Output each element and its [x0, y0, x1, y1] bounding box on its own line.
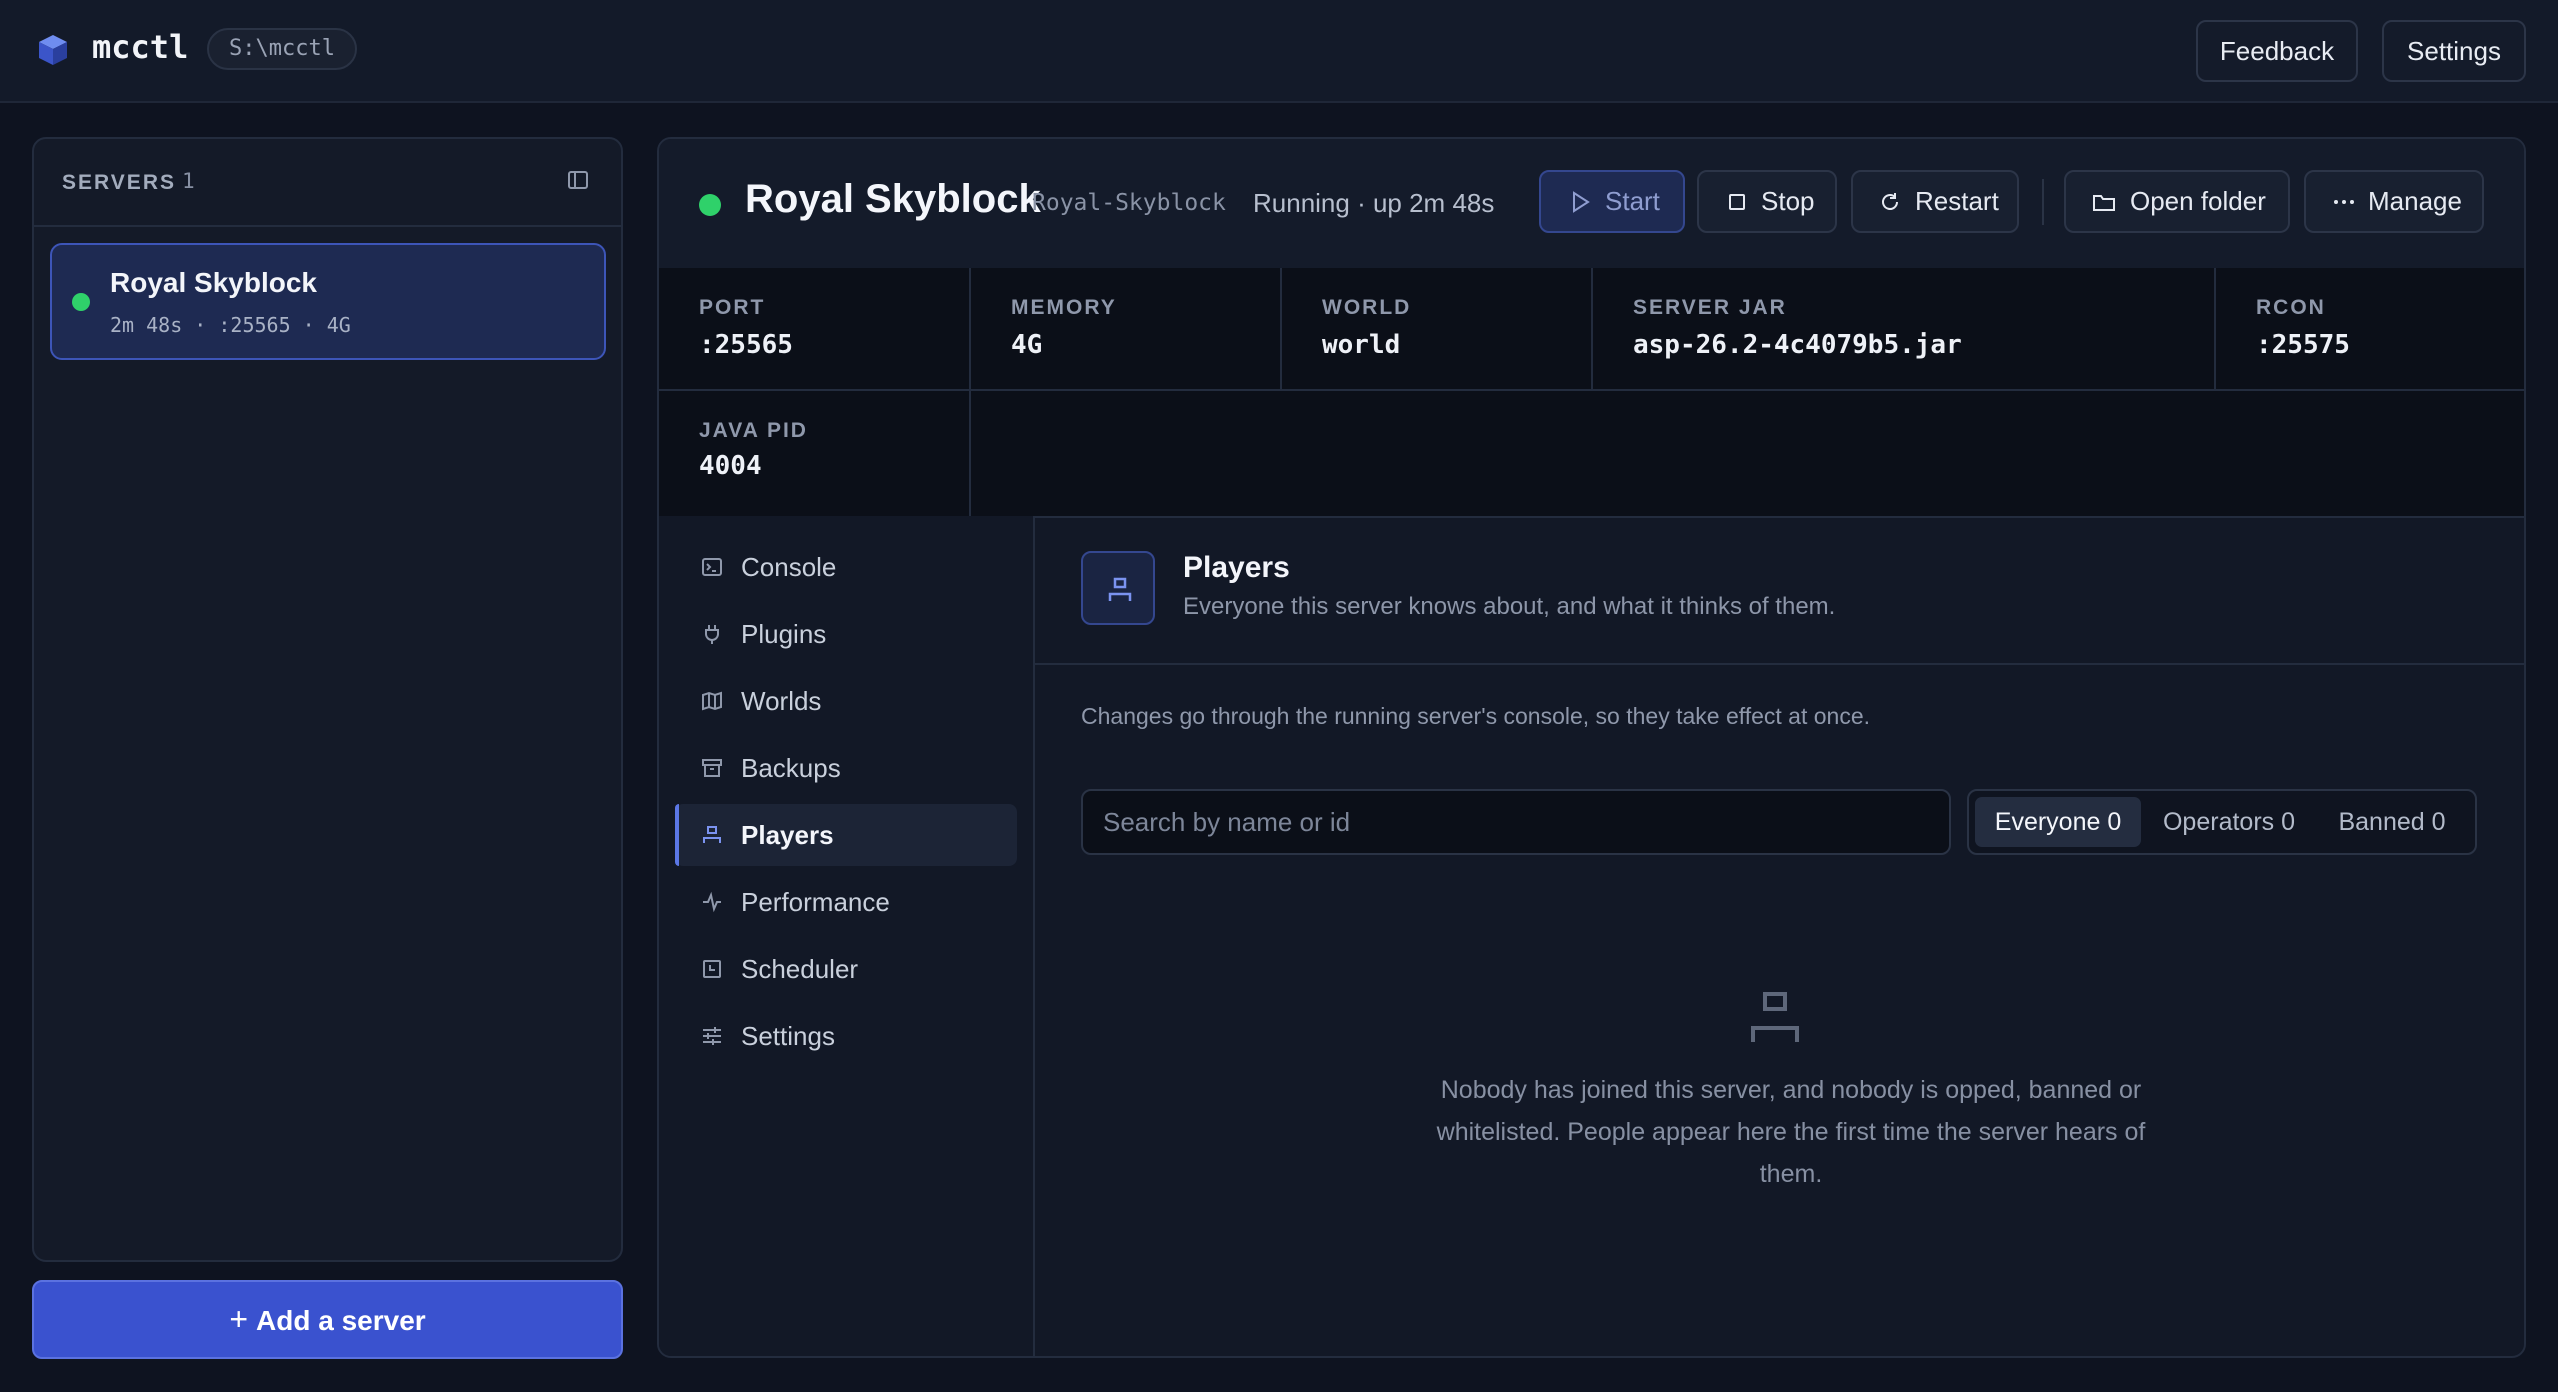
- server-tab-nav: Console Plugins Worlds Backups Players P…: [659, 516, 1035, 1356]
- filter-banned[interactable]: Banned 0: [2317, 797, 2467, 847]
- activity-icon: [703, 891, 721, 913]
- tab-performance[interactable]: Performance: [675, 871, 1017, 933]
- map-icon: [702, 691, 722, 711]
- path-badge: S:\mcctl: [207, 28, 357, 70]
- players-note: Changes go through the running server's …: [1081, 703, 1871, 729]
- start-label: Start: [1605, 186, 1660, 216]
- restart-button[interactable]: Restart: [1851, 170, 2019, 233]
- terminal-icon: [702, 558, 722, 576]
- plug-icon: [705, 625, 719, 644]
- stat-value: :25575: [2256, 330, 2350, 360]
- tab-label: Settings: [741, 1021, 835, 1051]
- top-bar: mcctl S:\mcctl Feedback Settings: [0, 0, 2558, 103]
- open-folder-label: Open folder: [2130, 186, 2266, 216]
- tab-label: Backups: [741, 753, 841, 783]
- stop-label: Stop: [1761, 186, 1815, 216]
- tab-label: Plugins: [741, 619, 827, 649]
- stop-button[interactable]: Stop: [1697, 170, 1837, 233]
- players-header: Players Everyone this server knows about…: [1033, 516, 2524, 665]
- server-title: Royal Skyblock: [745, 177, 1041, 221]
- filter-operators[interactable]: Operators 0: [2149, 797, 2309, 847]
- tab-label: Console: [741, 552, 837, 582]
- play-icon: [1573, 191, 1590, 213]
- tab-label: Scheduler: [741, 954, 859, 984]
- archive-icon: [702, 759, 722, 777]
- stat-value: :25565: [699, 330, 793, 360]
- toolbar-divider: [2042, 179, 2044, 225]
- stat-value: 4004: [699, 451, 762, 481]
- calendar-icon: [703, 960, 721, 978]
- server-item-name: Royal Skyblock: [110, 267, 317, 298]
- tab-label: Players: [741, 820, 834, 850]
- tab-settings[interactable]: Settings: [675, 1005, 1017, 1067]
- tab-plugins[interactable]: Plugins: [675, 603, 1017, 665]
- server-detail-panel: Royal Skyblock Royal-Skyblock Running · …: [657, 137, 2526, 1358]
- plus-icon: +: [229, 1301, 249, 1337]
- stat-value: world: [1322, 330, 1401, 360]
- stat-rcon: RCON :25575: [2216, 268, 2524, 391]
- restart-label: Restart: [1915, 186, 1999, 216]
- tab-label: Worlds: [741, 686, 822, 716]
- stat-label: SERVER JAR: [1633, 296, 1787, 319]
- more-horizontal-icon: [2334, 200, 2354, 204]
- stat-label: MEMORY: [1011, 296, 1117, 319]
- players-tile: [1081, 551, 1155, 625]
- stat-label: RCON: [2256, 296, 2326, 319]
- settings-button[interactable]: Settings: [2382, 20, 2526, 82]
- app-title: mcctl: [92, 28, 189, 66]
- cube-logo-icon: [39, 35, 67, 65]
- add-server-label: Add a server: [256, 1305, 426, 1336]
- filter-everyone[interactable]: Everyone 0: [1975, 797, 2141, 847]
- sidebar-title: SERVERS: [62, 171, 176, 194]
- tab-players[interactable]: Players: [675, 804, 1017, 866]
- tab-console[interactable]: Console: [675, 536, 1017, 598]
- stat-label: PORT: [699, 296, 766, 319]
- stop-square-icon: [1729, 194, 1745, 210]
- tab-scheduler[interactable]: Scheduler: [675, 938, 1017, 1000]
- server-count: 1: [182, 169, 195, 193]
- players-panel: Players Everyone this server knows about…: [1033, 516, 2524, 1356]
- add-server-button[interactable]: + Add a server: [32, 1280, 623, 1359]
- server-id: Royal-Skyblock: [1032, 190, 1226, 216]
- server-header: Royal Skyblock Royal-Skyblock Running · …: [659, 139, 2524, 270]
- stat-label: JAVA PID: [699, 419, 808, 442]
- stat-value: asp-26.2-4c4079b5.jar: [1633, 330, 1962, 360]
- start-button[interactable]: Start: [1539, 170, 1685, 233]
- tab-backups[interactable]: Backups: [675, 737, 1017, 799]
- collapse-sidebar-icon[interactable]: [567, 169, 589, 191]
- server-stats-grid: PORT :25565 MEMORY 4G WORLD world SERVER…: [659, 268, 2524, 518]
- stat-world: WORLD world: [1282, 268, 1593, 391]
- folder-icon: [2093, 195, 2115, 211]
- stat-memory: MEMORY 4G: [971, 268, 1282, 391]
- server-list-item[interactable]: Royal Skyblock 2m 48s · :25565 · 4G: [50, 243, 606, 360]
- stat-value: 4G: [1011, 330, 1043, 360]
- players-title: Players: [1183, 551, 1290, 584]
- manage-button[interactable]: Manage: [2304, 170, 2484, 233]
- user-icon: [1108, 577, 1132, 601]
- empty-user-icon: [1751, 992, 1799, 1042]
- stat-port: PORT :25565: [659, 268, 971, 391]
- open-folder-button[interactable]: Open folder: [2064, 170, 2290, 233]
- restart-icon: [1882, 193, 1898, 210]
- sidebar-header: SERVERS 1: [34, 139, 621, 227]
- status-dot: [72, 293, 90, 311]
- empty-state-text: Nobody has joined this server, and nobod…: [1436, 1076, 2146, 1188]
- manage-label: Manage: [2368, 186, 2462, 216]
- stat-server-jar: SERVER JAR asp-26.2-4c4079b5.jar: [1593, 268, 2216, 391]
- players-subtitle: Everyone this server knows about, and wh…: [1183, 593, 1836, 620]
- stat-label: WORLD: [1322, 296, 1412, 319]
- tab-worlds[interactable]: Worlds: [675, 670, 1017, 732]
- stat-java-pid: JAVA PID 4004: [659, 391, 971, 516]
- player-search-input[interactable]: [1081, 789, 1951, 855]
- player-filter-segmented: Everyone 0 Operators 0 Banned 0: [1967, 789, 2477, 855]
- server-item-meta: 2m 48s · :25565 · 4G: [110, 313, 351, 337]
- sliders-icon: [703, 1027, 721, 1045]
- feedback-button[interactable]: Feedback: [2196, 20, 2358, 82]
- servers-sidebar: SERVERS 1 Royal Skyblock 2m 48s · :25565…: [32, 137, 623, 1262]
- user-icon: [703, 826, 721, 843]
- server-status: Running · up 2m 48s: [1253, 188, 1495, 218]
- running-status-dot: [699, 194, 721, 216]
- tab-label: Performance: [741, 887, 890, 917]
